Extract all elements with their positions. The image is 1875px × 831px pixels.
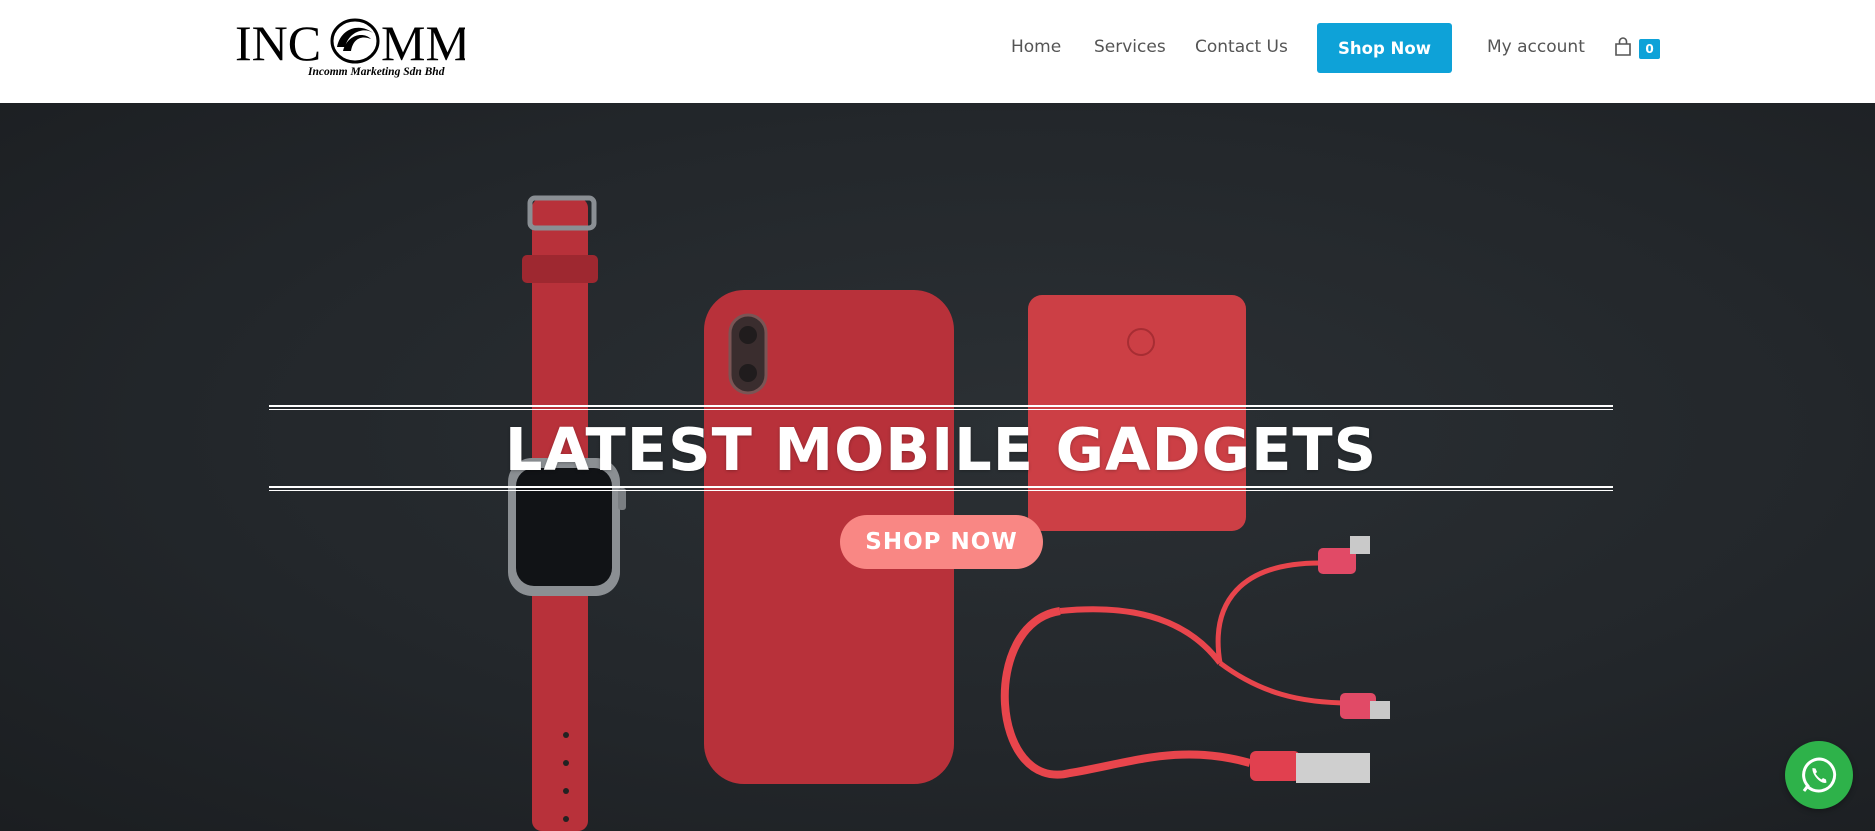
title-divider-bottom bbox=[269, 486, 1613, 491]
shop-now-button[interactable]: Shop Now bbox=[1317, 23, 1452, 73]
nav-services[interactable]: Services bbox=[1094, 37, 1166, 57]
nav-my-account[interactable]: My account bbox=[1487, 37, 1585, 57]
site-header: INC MM Incomm Marketing Sdn Bhd Home Ser… bbox=[0, 0, 1875, 103]
nav-contact-us[interactable]: Contact Us bbox=[1195, 37, 1288, 57]
svg-text:MM: MM bbox=[381, 15, 465, 71]
whatsapp-button[interactable] bbox=[1785, 741, 1853, 809]
cart-button[interactable]: 0 bbox=[1614, 37, 1662, 61]
svg-text:Incomm Marketing Sdn Bhd: Incomm Marketing Sdn Bhd bbox=[307, 66, 445, 78]
svg-text:INC: INC bbox=[235, 15, 321, 71]
cart-count-badge: 0 bbox=[1639, 39, 1660, 59]
title-divider-top bbox=[269, 405, 1613, 410]
hero-shop-now-button[interactable]: SHOP NOW bbox=[840, 515, 1043, 569]
nav-home[interactable]: Home bbox=[1011, 37, 1061, 57]
incomm-logo-mark: INC MM Incomm Marketing Sdn Bhd bbox=[235, 15, 470, 78]
whatsapp-icon bbox=[1802, 757, 1837, 793]
hero-title: LATEST MOBILE GADGETS bbox=[504, 415, 1378, 484]
incomm-logo[interactable]: INC MM Incomm Marketing Sdn Bhd bbox=[235, 14, 470, 80]
shopping-bag-icon bbox=[1615, 37, 1631, 56]
hero-banner: LATEST MOBILE GADGETS SHOP NOW bbox=[0, 103, 1875, 831]
